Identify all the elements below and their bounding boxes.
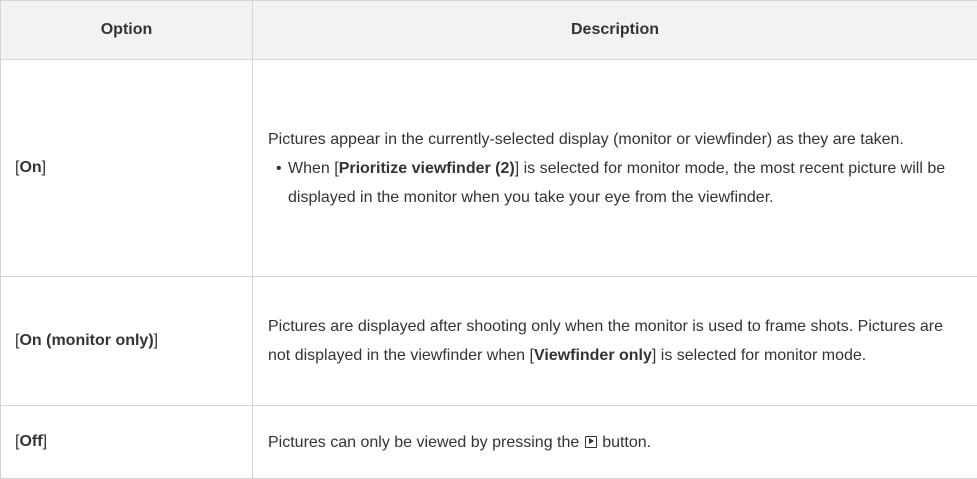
option-column-header: Option	[1, 1, 253, 60]
list-item: •When [Prioritize viewfinder (2)] is sel…	[276, 154, 961, 212]
table-header-row: Option Description	[1, 1, 977, 60]
option-name: On (monitor only)	[19, 332, 153, 349]
description-text-post: ] is selected for monitor mode.	[652, 347, 866, 364]
option-cell: [Off]	[1, 406, 253, 479]
table-row: [Off] Pictures can only be viewed by pre…	[1, 406, 977, 479]
description-cell: Pictures appear in the currently-selecte…	[253, 60, 977, 277]
description-text-post: button.	[602, 434, 651, 451]
description-bold-term: Viewfinder only	[534, 347, 652, 364]
description-text-pre: Pictures can only be viewed by pressing …	[268, 434, 579, 451]
bullet-bold-term: Prioritize viewfinder (2)	[339, 160, 515, 177]
option-cell: [On]	[1, 60, 253, 277]
table-row: [On] Pictures appear in the currently-se…	[1, 60, 977, 277]
bracket-close: ]	[42, 159, 46, 176]
table-row: [On (monitor only)] Pictures are display…	[1, 277, 977, 406]
description-intro: Pictures appear in the currently-selecte…	[268, 125, 961, 154]
description-cell: Pictures can only be viewed by pressing …	[253, 406, 977, 479]
option-name: On	[19, 159, 41, 176]
option-name: Off	[19, 433, 42, 450]
bracket-close: ]	[154, 332, 158, 349]
description-bullet-list: •When [Prioritize viewfinder (2)] is sel…	[268, 154, 961, 212]
description-cell: Pictures are displayed after shooting on…	[253, 277, 977, 406]
bullet-text-pre: When [	[288, 160, 339, 177]
options-table: Option Description [On] Pictures appear …	[0, 0, 977, 479]
option-cell: [On (monitor only)]	[1, 277, 253, 406]
bracket-close: ]	[43, 433, 47, 450]
description-column-header: Description	[253, 1, 977, 60]
bullet-icon: •	[276, 154, 282, 183]
playback-button-icon	[585, 436, 597, 448]
